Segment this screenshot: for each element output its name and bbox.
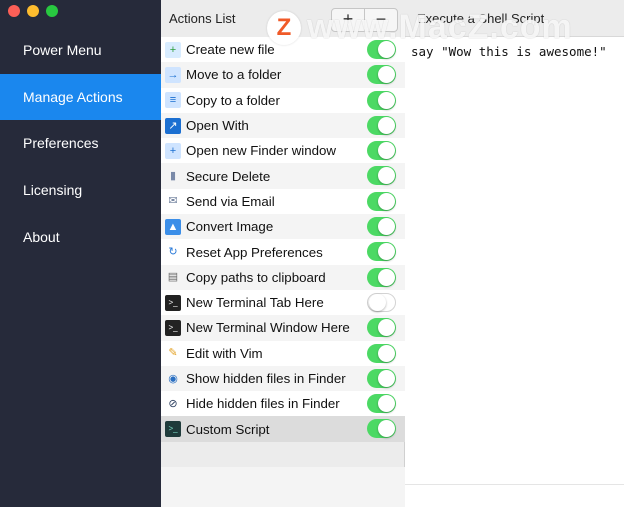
action-row[interactable]: ✉ Send via Email — [161, 188, 405, 215]
action-enabled-toggle[interactable] — [367, 242, 396, 262]
trash-icon: ▮ — [169, 170, 177, 183]
action-row[interactable]: ▤ Copy paths to clipboard — [161, 264, 405, 290]
terminal-icon: >_ — [165, 319, 181, 336]
action-row[interactable]: ✎ Edit with Vim — [161, 340, 405, 366]
action-enabled-toggle[interactable] — [367, 267, 396, 287]
action-row[interactable]: ↗ Open With — [161, 112, 405, 139]
pencil-icon: ✎ — [168, 347, 178, 360]
email-icon: ✉ — [168, 195, 178, 208]
minimize-window-button[interactable] — [27, 5, 39, 17]
toggle-knob — [378, 420, 395, 438]
action-enabled-toggle[interactable] — [367, 90, 396, 110]
zoom-window-button[interactable] — [46, 5, 58, 17]
action-enabled-toggle[interactable] — [367, 394, 396, 414]
window-controls — [8, 5, 58, 17]
toggle-knob — [378, 218, 395, 236]
toggle-knob — [378, 319, 395, 337]
reset-icon: ↻ — [168, 246, 178, 259]
action-row[interactable]: ▲ Convert Image — [161, 214, 405, 240]
toggle-knob — [378, 167, 395, 185]
toggle-knob — [369, 293, 386, 311]
action-enabled-toggle[interactable] — [367, 419, 396, 439]
action-enabled-toggle[interactable] — [367, 318, 396, 338]
sidebar-item-preferences[interactable]: Preferences — [0, 120, 161, 166]
toggle-knob — [378, 116, 395, 134]
sidebar-item-power-menu[interactable]: Power Menu — [0, 27, 161, 73]
eye-slash-icon: ⊘ — [168, 397, 178, 410]
actions-list-panel: Actions List + − + Create new file → Move t… — [161, 0, 405, 507]
watermark-text: www.MacZ.com — [307, 8, 573, 46]
move-folder-icon: → — [165, 66, 181, 83]
open-with-icon: ↗ — [165, 117, 181, 134]
toggle-knob — [378, 344, 395, 362]
action-row[interactable]: >_ Custom Script — [161, 416, 405, 442]
action-enabled-toggle[interactable] — [367, 166, 396, 186]
toggle-knob — [378, 91, 395, 109]
action-row[interactable]: + Open new Finder window — [161, 138, 405, 164]
sidebar: Power Menu Manage Actions Preferences Li… — [0, 0, 161, 507]
toggle-knob — [378, 369, 395, 387]
script-editor-panel: Execute a Shell Script say "Wow this is … — [405, 0, 624, 507]
sidebar-item-about[interactable]: About — [0, 214, 161, 260]
sidebar-item-licensing[interactable]: Licensing — [0, 167, 161, 213]
actions-list: + Create new file → Move to a folder ≡ Copy t… — [161, 37, 405, 442]
action-enabled-toggle[interactable] — [367, 217, 396, 237]
toggle-knob — [378, 268, 395, 286]
copy-folder-icon: ≡ — [165, 92, 181, 109]
terminal-icon: >_ — [165, 294, 181, 311]
toggle-knob — [378, 66, 395, 84]
finder-window-icon: + — [165, 142, 181, 159]
watermark: Z www.MacZ.com — [267, 8, 573, 47]
actions-list-title: Actions List — [169, 11, 236, 26]
action-enabled-toggle[interactable] — [367, 368, 396, 388]
toggle-knob — [378, 142, 395, 160]
sidebar-item-manage-actions[interactable]: Manage Actions — [0, 74, 161, 120]
action-row[interactable]: ≡ Copy to a folder — [161, 87, 405, 113]
action-row[interactable]: >_ New Terminal Tab Here — [161, 289, 405, 316]
action-row[interactable]: → Move to a folder — [161, 62, 405, 88]
action-enabled-toggle[interactable] — [367, 141, 396, 161]
script-terminal-icon: >_ — [165, 421, 181, 438]
clipboard-icon: ▤ — [167, 271, 179, 284]
image-icon: ▲ — [165, 218, 181, 235]
action-enabled-toggle[interactable] — [367, 292, 396, 312]
action-row[interactable]: ▮ Secure Delete — [161, 163, 405, 189]
action-enabled-toggle[interactable] — [367, 65, 396, 85]
watermark-logo-icon: Z — [267, 10, 301, 45]
action-enabled-toggle[interactable] — [367, 115, 396, 135]
actions-list-footer — [161, 467, 405, 507]
action-row[interactable]: ◉ Show hidden files in Finder — [161, 365, 405, 392]
eye-icon: ◉ — [168, 372, 178, 385]
action-enabled-toggle[interactable] — [367, 191, 396, 211]
new-file-icon: + — [165, 41, 181, 58]
action-row[interactable]: ⊘ Hide hidden files in Finder — [161, 391, 405, 417]
action-row[interactable]: >_ New Terminal Window Here — [161, 315, 405, 341]
editor-divider — [405, 484, 624, 485]
close-window-button[interactable] — [8, 5, 20, 17]
action-enabled-toggle[interactable] — [367, 343, 396, 363]
toggle-knob — [378, 192, 395, 210]
toggle-knob — [378, 395, 395, 413]
action-row[interactable]: ↻ Reset App Preferences — [161, 239, 405, 265]
toggle-knob — [378, 243, 395, 261]
